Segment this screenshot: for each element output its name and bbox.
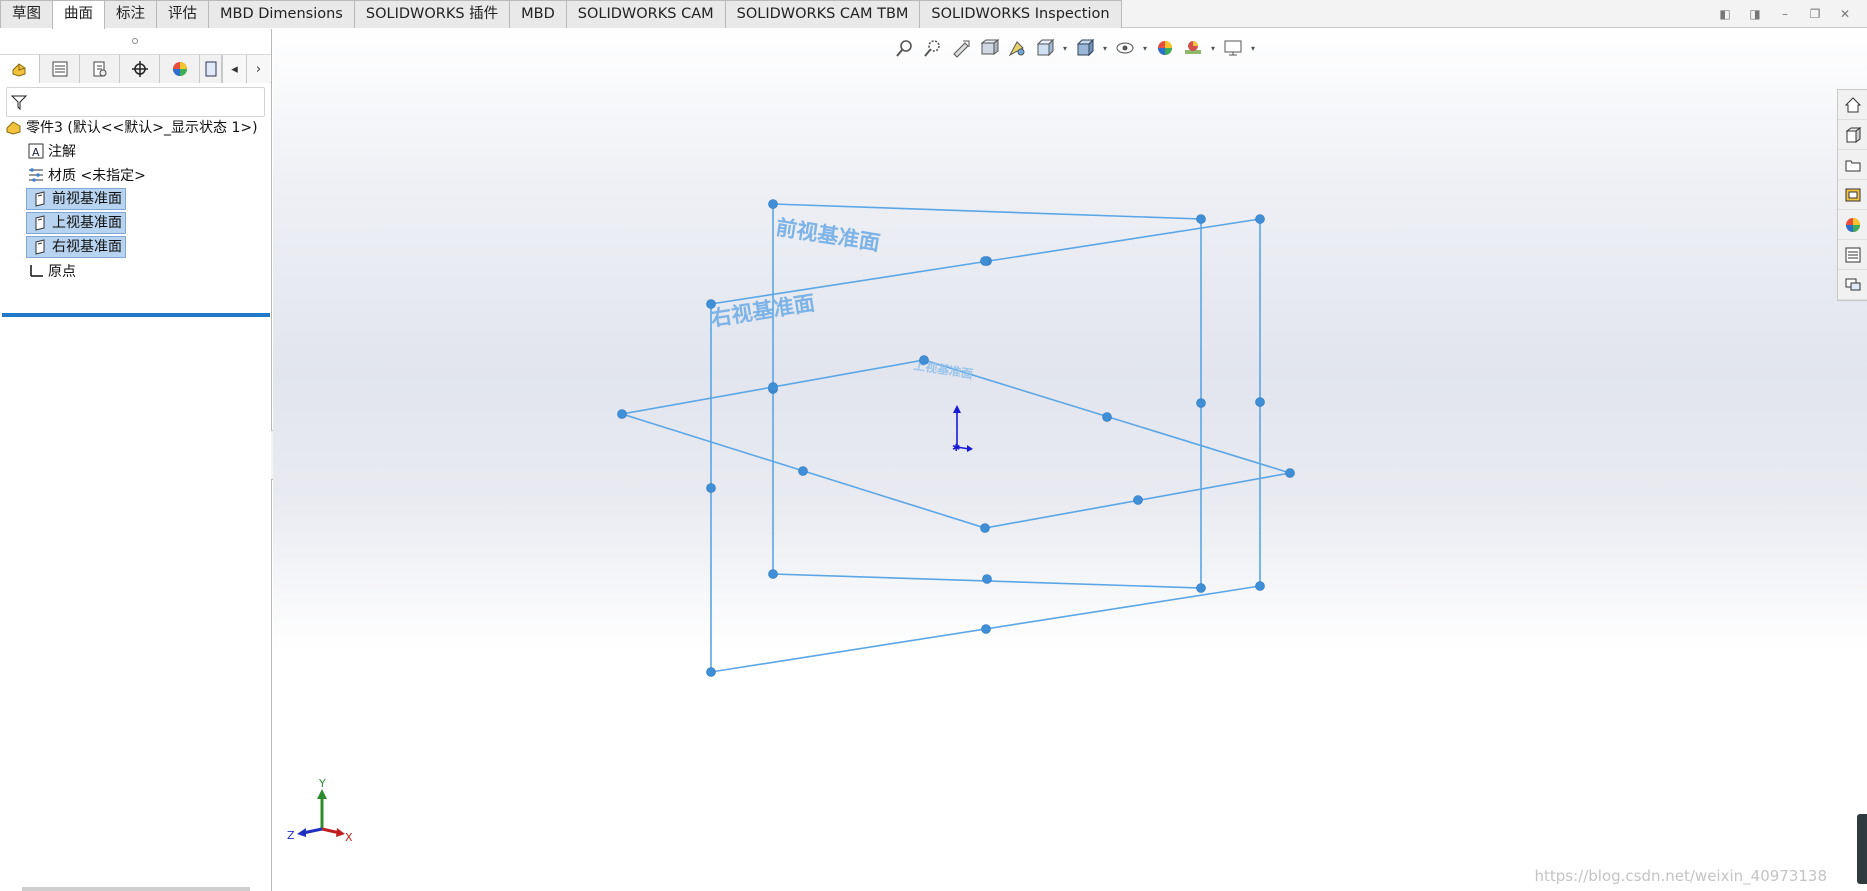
tree-item-1[interactable]: 材质 <未指定> (0, 163, 270, 187)
tree-item-4[interactable]: 右视基准面 (0, 235, 270, 259)
status-indicator (1857, 814, 1867, 884)
custom-properties-tab[interactable] (1838, 240, 1867, 270)
feature-tree: 零件3 (默认<<默认>_显示状态 1>) A 注解材质 <未指定> 前视基准面上视… (0, 115, 270, 283)
tab-8[interactable]: SOLIDWORKS CAM TBM (724, 0, 921, 28)
tree-root-part[interactable]: 零件3 (默认<<默认>_显示状态 1>) (0, 115, 270, 139)
origin-marker[interactable]: ✱ (952, 405, 973, 454)
tree-item-label: 前视基准面 (52, 191, 122, 207)
tab-7[interactable]: SOLIDWORKS CAM (565, 0, 726, 28)
featuremanager-icon (12, 63, 25, 77)
tab-3[interactable]: 评估 (156, 0, 209, 28)
filter-icon (10, 95, 28, 111)
tree-item-2[interactable]: 前视基准面 (0, 187, 270, 211)
restore-icon[interactable]: ❐ (1807, 6, 1823, 22)
view-palette-tab[interactable] (1838, 180, 1867, 210)
tree-item-label: 材质 <未指定> (48, 168, 146, 184)
design-library-tab[interactable] (1838, 120, 1867, 150)
minimize-icon[interactable]: – (1777, 6, 1793, 22)
tab-scroll-left[interactable]: ◂ (222, 55, 246, 83)
tab-0[interactable]: 草图 (0, 0, 53, 28)
tile-left-icon[interactable]: ◧ (1717, 6, 1733, 22)
svg-text:✱: ✱ (952, 443, 960, 454)
dimxpert-tab[interactable] (120, 55, 160, 83)
svg-text:A: A (32, 146, 40, 159)
panel-tabs: ◂ › (0, 55, 271, 83)
chat-bubbles-icon (1845, 278, 1861, 290)
material-icon (26, 166, 46, 184)
propertymanager-tab[interactable] (40, 55, 80, 83)
tree-item-label: 上视基准面 (52, 215, 122, 231)
reference-planes-graphics: 前视基准面 右视基准面 上视基准面 ✱ Y X Z (287, 199, 1295, 844)
forum-tab[interactable] (1838, 270, 1867, 300)
folder-icon (1845, 160, 1861, 171)
window-controls: ◧ ◨ – ❐ ✕ (1717, 6, 1853, 22)
front-plane-label: 前视基准面 (774, 215, 881, 255)
triad-x-label: X (345, 831, 353, 844)
tree-item-label: 注解 (48, 144, 76, 160)
plane-handles[interactable] (617, 199, 1295, 677)
tab-scroll-right[interactable]: › (246, 55, 270, 83)
tree-item-0[interactable]: A 注解 (0, 139, 270, 163)
cam-tree-icon (205, 61, 216, 77)
right-plane[interactable] (710, 218, 1261, 673)
feature-manager-panel: ◂ › 零件3 (默认<<默认>_显示状态 1>) A 注解材质 <未指定> 前视基… (0, 29, 272, 891)
property-list-icon (52, 61, 67, 77)
tree-filter-field[interactable] (6, 87, 265, 117)
rollback-bar[interactable] (2, 313, 270, 317)
solidworks-window: 草图 曲面 标注 评估 MBD Dimensions SOLIDWORKS 插件 MBD SO… (0, 0, 1867, 891)
right-plane-label: 右视基准面 (709, 291, 816, 331)
configurationmanager-tab[interactable] (80, 55, 120, 83)
solidworks-resources-tab[interactable] (1838, 90, 1867, 120)
custom-properties-icon (1845, 247, 1861, 262)
appearances-icon (1846, 217, 1860, 232)
part-icon (4, 118, 24, 136)
view-palette-icon (1845, 188, 1861, 201)
tab-1[interactable]: 曲面 (52, 0, 105, 29)
command-tabs: 草图 曲面 标注 评估 MBD Dimensions SOLIDWORKS 插件 MBD SO… (0, 0, 1122, 29)
tree-item-label: 右视基准面 (52, 239, 122, 255)
display-manager-tab[interactable] (160, 55, 200, 83)
tile-right-icon[interactable]: ◨ (1747, 6, 1763, 22)
tab-5[interactable]: SOLIDWORKS 插件 (353, 0, 511, 28)
annotation-icon: A (26, 142, 46, 160)
home-icon (1844, 96, 1862, 112)
tree-item-3[interactable]: 上视基准面 (0, 211, 270, 235)
tab-4[interactable]: MBD Dimensions (208, 0, 355, 28)
reference-triad: Y X Z (287, 777, 353, 844)
task-pane-tabs (1837, 89, 1867, 301)
triad-y-label: Y (318, 777, 326, 790)
featuremanager-tab[interactable] (0, 55, 40, 83)
panel-splitter[interactable] (0, 29, 271, 55)
file-explorer-tab[interactable] (1838, 150, 1867, 180)
tab-6[interactable]: MBD (509, 0, 567, 28)
horizontal-scrollbar[interactable] (22, 887, 250, 891)
graphics-viewport[interactable]: ▾ ▾ ▾ ▾ ▾ 前视基准面 右视基准面 上视基准面 ✱ Y X Z http… (273, 29, 1867, 891)
tree-item-5[interactable]: 原点 (0, 259, 270, 283)
plane-icon (30, 238, 50, 256)
watermark-text: https://blog.csdn.net/weixin_40973138 (1534, 867, 1827, 885)
triad-z-label: Z (287, 829, 295, 842)
tab-9[interactable]: SOLIDWORKS Inspection (919, 0, 1122, 28)
plane-icon (30, 190, 50, 208)
configuration-icon (93, 61, 106, 77)
appearances-tab[interactable] (1838, 210, 1867, 240)
tree-root-label: 零件3 (默认<<默认>_显示状态 1>) (26, 120, 258, 136)
plane-icon (30, 214, 50, 232)
appearance-ball-icon (172, 62, 187, 76)
design-library-icon (1845, 126, 1862, 143)
tab-2[interactable]: 标注 (104, 0, 157, 28)
close-icon[interactable]: ✕ (1837, 6, 1853, 22)
crosshair-icon (131, 61, 148, 77)
tree-item-label: 原点 (48, 264, 76, 280)
command-manager-tabbar: 草图 曲面 标注 评估 MBD Dimensions SOLIDWORKS 插件 MBD SO… (0, 0, 1867, 29)
origin-icon (26, 262, 46, 280)
cam-tab[interactable] (200, 55, 222, 83)
